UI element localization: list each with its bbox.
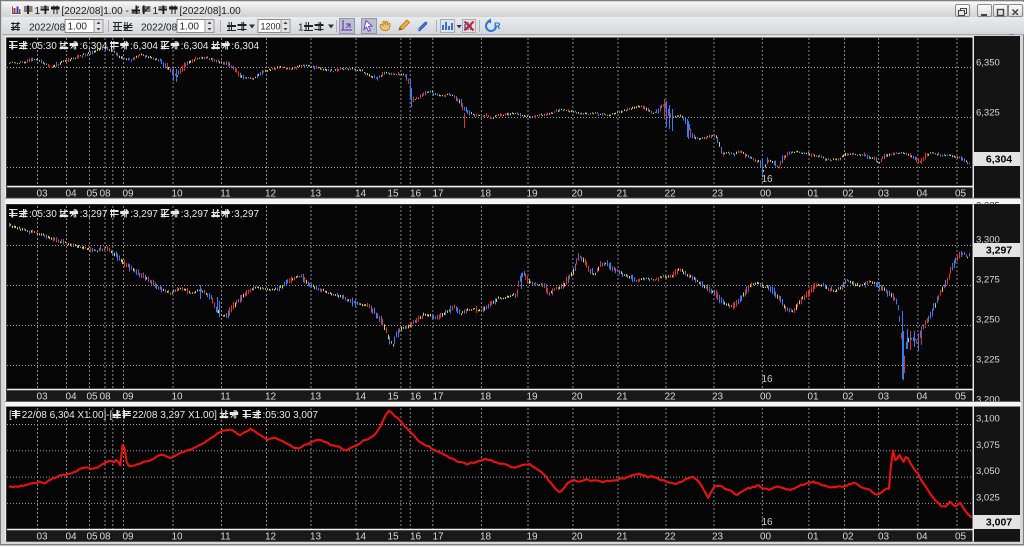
svg-text:16: 16 (410, 392, 422, 403)
svg-text:3,100: 3,100 (976, 414, 1000, 425)
svg-text:02: 02 (842, 532, 854, 543)
svg-text:03: 03 (878, 532, 890, 543)
svg-text::6,304: :6,304 (80, 41, 108, 52)
svg-text:3,025: 3,025 (976, 492, 1000, 503)
svg-text:16: 16 (761, 174, 773, 185)
svg-text:3,225: 3,225 (976, 355, 1000, 366)
svg-text:20: 20 (571, 532, 583, 543)
svg-text:20: 20 (571, 392, 583, 403)
svg-text:05: 05 (955, 532, 967, 543)
svg-text:3,275: 3,275 (976, 275, 1000, 286)
svg-text:04: 04 (65, 392, 77, 403)
svg-text:00: 00 (760, 532, 772, 543)
svg-text:22: 22 (664, 392, 676, 403)
svg-text:22/08 3,297: 22/08 3,297 (132, 410, 185, 421)
svg-text:05: 05 (86, 532, 98, 543)
svg-text:02: 02 (842, 392, 854, 403)
svg-text:21: 21 (616, 532, 628, 543)
svg-text::6,304: :6,304 (130, 41, 158, 52)
svg-text::3,297: :3,297 (130, 209, 158, 220)
svg-text:13: 13 (310, 392, 322, 403)
svg-text:21: 21 (616, 392, 628, 403)
svg-text:16: 16 (761, 374, 773, 385)
svg-text:16: 16 (410, 532, 422, 543)
svg-text:16: 16 (761, 517, 773, 528)
svg-text:X1.00]: X1.00] (188, 410, 217, 421)
svg-text:19: 19 (526, 392, 538, 403)
svg-text:09: 09 (122, 392, 134, 403)
svg-text:05: 05 (955, 392, 967, 403)
svg-text:12: 12 (265, 532, 277, 543)
svg-text:09: 09 (122, 532, 134, 543)
svg-text:23: 23 (712, 532, 724, 543)
svg-text:01: 01 (807, 532, 819, 543)
svg-text:3,050: 3,050 (976, 466, 1000, 477)
svg-text:03: 03 (36, 532, 48, 543)
svg-text:15: 15 (387, 392, 399, 403)
svg-text:11: 11 (220, 532, 231, 543)
svg-text:X1.00]-[: X1.00]-[ (77, 410, 112, 421)
svg-text::6,304: :6,304 (231, 41, 259, 52)
svg-text:10: 10 (171, 392, 183, 403)
svg-text:13: 13 (310, 532, 322, 543)
svg-text:11: 11 (220, 392, 231, 403)
svg-text:17: 17 (432, 392, 444, 403)
svg-text:04: 04 (916, 392, 928, 403)
svg-text:3,075: 3,075 (976, 440, 1000, 451)
svg-text:18: 18 (480, 532, 492, 543)
svg-text:05: 05 (86, 392, 98, 403)
svg-text:3,007: 3,007 (986, 517, 1012, 529)
svg-text:17: 17 (432, 532, 444, 543)
svg-text:10: 10 (171, 532, 183, 543)
svg-text:14: 14 (355, 392, 367, 403)
svg-text:18: 18 (480, 392, 492, 403)
svg-text:14: 14 (355, 532, 367, 543)
svg-text::05:30: :05:30 (29, 209, 57, 220)
svg-text:23: 23 (712, 392, 724, 403)
svg-text::3,297: :3,297 (231, 209, 259, 220)
svg-text:04: 04 (916, 532, 928, 543)
svg-text:22/08 6,304: 22/08 6,304 (22, 410, 75, 421)
svg-text:08: 08 (99, 532, 111, 543)
svg-text:6,350: 6,350 (976, 58, 1000, 69)
svg-text::05:30 3,007: :05:30 3,007 (263, 410, 319, 421)
svg-text:08: 08 (99, 392, 111, 403)
svg-text:15: 15 (387, 532, 399, 543)
svg-text:6,304: 6,304 (986, 154, 1012, 166)
svg-text:03: 03 (36, 392, 48, 403)
svg-text:12: 12 (265, 392, 277, 403)
svg-text::6,304: :6,304 (181, 41, 209, 52)
svg-text:00: 00 (760, 392, 772, 403)
svg-text:22: 22 (664, 532, 676, 543)
svg-text:19: 19 (526, 532, 538, 543)
svg-text:6,325: 6,325 (976, 108, 1000, 119)
svg-text::05:30: :05:30 (29, 41, 57, 52)
svg-text:01: 01 (807, 392, 819, 403)
svg-text:3,297: 3,297 (986, 245, 1012, 257)
svg-text:04: 04 (65, 532, 77, 543)
svg-text:[: [ (9, 410, 12, 421)
svg-text::3,297: :3,297 (80, 209, 108, 220)
svg-text::3,297: :3,297 (181, 209, 209, 220)
svg-text:3,250: 3,250 (976, 315, 1000, 326)
svg-text:03: 03 (878, 392, 890, 403)
